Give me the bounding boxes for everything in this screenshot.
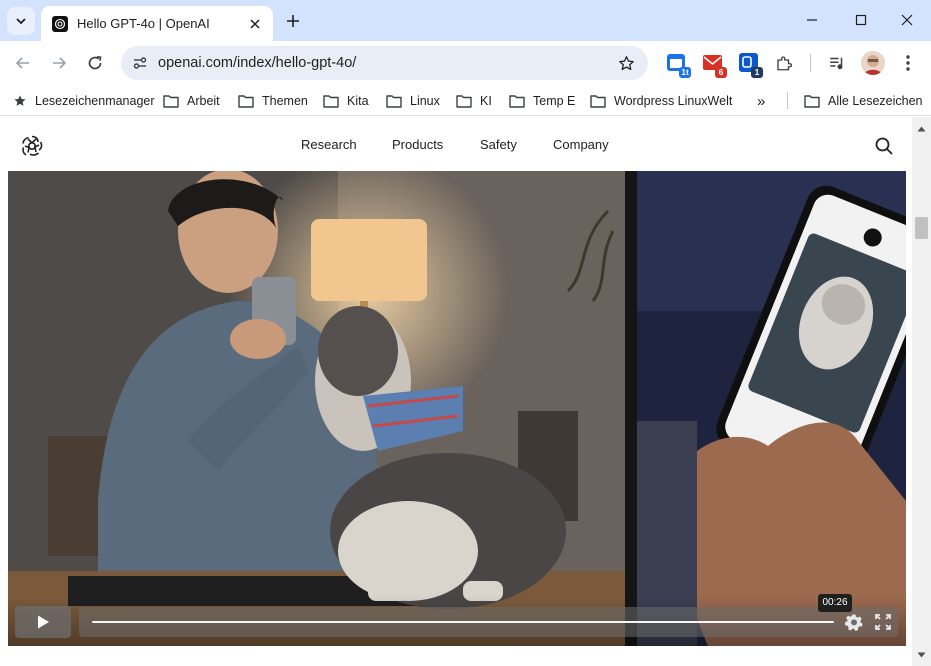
scroll-up-arrow-icon[interactable] [916, 123, 927, 134]
site-header: Research Products Safety Company [0, 117, 912, 171]
arrow-left-icon [15, 57, 29, 69]
browser-toolbar: openai.com/index/hello-gpt-4o/ 1t 6 1 [0, 41, 931, 85]
site-settings-icon[interactable] [129, 52, 151, 74]
more-menu-icon[interactable] [897, 52, 919, 74]
folder-icon [590, 95, 606, 108]
scroll-down-arrow-icon[interactable] [916, 649, 927, 660]
tab-search-button[interactable] [7, 7, 35, 35]
nav-safety[interactable]: Safety [480, 137, 517, 152]
bookmark-label: Lesezeichenmanager [35, 94, 155, 108]
close-icon [901, 14, 913, 26]
calendar-badge: 1t [679, 67, 691, 78]
tab-title: Hello GPT-4o | OpenAI [77, 16, 210, 31]
bookmarks-overflow-button[interactable]: » [757, 91, 765, 111]
bookmarks-divider [787, 92, 788, 109]
folder-icon [509, 95, 525, 108]
plus-icon [287, 15, 299, 27]
calendar-extension-icon[interactable]: 1t [666, 52, 691, 78]
bookmark-folder-themen[interactable]: Themen [238, 91, 308, 111]
video-timestamp: 00:26 [818, 594, 852, 612]
arrow-right-icon [53, 57, 67, 69]
bookmark-folder-linux[interactable]: Linux [386, 91, 440, 111]
folder-icon [323, 95, 339, 108]
bookmark-manager[interactable]: Lesezeichenmanager [13, 91, 155, 111]
video-frame [8, 171, 906, 646]
mail-extension-icon[interactable]: 6 [702, 52, 727, 78]
nav-products[interactable]: Products [392, 137, 443, 152]
bookmark-label: Themen [262, 94, 308, 108]
bookmark-folder-ki[interactable]: KI [456, 91, 492, 111]
folder-icon [163, 95, 179, 108]
folder-icon [804, 95, 820, 108]
nav-research[interactable]: Research [301, 137, 357, 152]
openai-logo-icon [52, 15, 68, 32]
minimize-icon [807, 19, 817, 21]
bookmark-label: Wordpress LinuxWelt [614, 94, 733, 108]
forward-button[interactable] [45, 49, 73, 77]
bookmark-label: Kita [347, 94, 369, 108]
extensions-puzzle-icon[interactable] [773, 52, 795, 74]
scrollbar-thumb[interactable] [915, 217, 928, 239]
double-chevron-right-icon: » [757, 92, 766, 110]
profile-avatar[interactable] [861, 51, 885, 75]
bookmark-label: Temp E [533, 94, 576, 108]
tab-close-icon[interactable] [245, 14, 265, 34]
video-player[interactable]: 00:26 [8, 171, 906, 646]
bookmark-folder-kita[interactable]: Kita [323, 91, 369, 111]
bookmark-folder-temp-e[interactable]: Temp E [509, 91, 575, 111]
mail-badge: 6 [715, 67, 727, 78]
star-icon [14, 95, 26, 106]
media-control-icon[interactable] [826, 52, 848, 74]
maximize-button[interactable] [841, 5, 881, 35]
outlook-extension-icon[interactable]: 1 [738, 52, 763, 78]
search-icon[interactable] [874, 136, 894, 156]
play-button[interactable] [15, 606, 71, 638]
new-tab-button[interactable] [281, 9, 305, 33]
bookmark-star-icon[interactable] [616, 53, 636, 73]
maximize-icon [855, 14, 867, 26]
tab-strip: Hello GPT-4o | OpenAI [0, 0, 931, 41]
video-progress-bar[interactable] [92, 621, 834, 623]
bookmark-folder-wordpress[interactable]: Wordpress LinuxWelt [590, 91, 732, 111]
web-page: Research Products Safety Company 00:26 [0, 117, 912, 666]
bookmarks-bar: Lesezeichenmanager Arbeit Themen Kita Li… [0, 85, 931, 116]
folder-icon [386, 95, 402, 108]
bookmark-folder-arbeit[interactable]: Arbeit [163, 91, 220, 111]
play-icon [38, 615, 49, 629]
toolbar-divider [810, 54, 811, 72]
bookmark-label: Linux [410, 94, 440, 108]
close-window-button[interactable] [887, 5, 927, 35]
openai-logo-icon[interactable] [20, 134, 44, 158]
back-button[interactable] [9, 49, 37, 77]
all-bookmarks-folder[interactable]: Alle Lesezeichen [804, 91, 923, 111]
address-bar[interactable]: openai.com/index/hello-gpt-4o/ [121, 46, 648, 80]
bookmark-label: KI [480, 94, 492, 108]
bookmark-label: Arbeit [187, 94, 220, 108]
active-tab[interactable]: Hello GPT-4o | OpenAI [41, 6, 273, 41]
reload-icon [88, 55, 102, 70]
fullscreen-icon[interactable] [874, 613, 892, 631]
page-scrollbar[interactable] [912, 117, 931, 666]
url-text[interactable]: openai.com/index/hello-gpt-4o/ [158, 55, 356, 71]
reload-button[interactable] [81, 49, 109, 77]
folder-icon [238, 95, 254, 108]
minimize-button[interactable] [792, 5, 832, 35]
bookmark-label: Alle Lesezeichen [828, 94, 923, 108]
nav-company[interactable]: Company [553, 137, 609, 152]
folder-icon [456, 95, 472, 108]
chevron-down-icon [16, 18, 26, 25]
outlook-badge: 1 [751, 67, 763, 78]
settings-gear-icon[interactable] [845, 613, 863, 631]
